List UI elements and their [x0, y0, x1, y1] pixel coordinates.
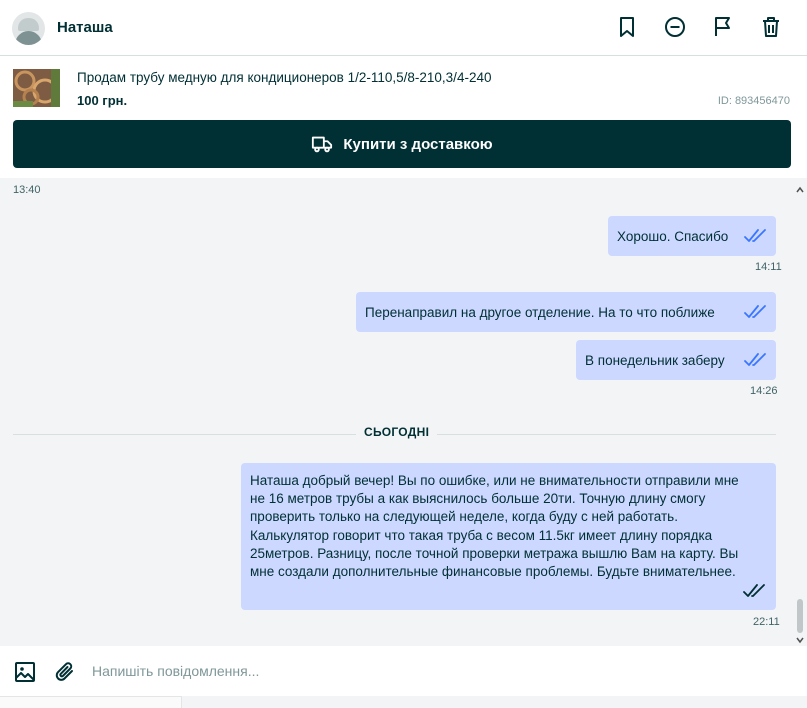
- buy-button-label: Купити з доставкою: [343, 135, 493, 153]
- message-bubble[interactable]: Наташа добрый вечер! Вы по ошибке, или н…: [241, 463, 776, 610]
- message-composer: [0, 646, 807, 696]
- read-check-icon: [744, 353, 768, 367]
- ad-price: 100 грн.: [77, 93, 128, 108]
- ad-summary[interactable]: Продам трубу медную для кондиционеров 1/…: [0, 57, 807, 117]
- read-check-icon: [743, 584, 767, 598]
- block-icon[interactable]: [663, 15, 687, 39]
- message-bubble[interactable]: Перенаправил на другое отделение. На то …: [356, 292, 776, 332]
- image-icon[interactable]: [13, 660, 37, 684]
- trash-icon[interactable]: [759, 15, 783, 39]
- scrollbar-thumb[interactable]: [797, 599, 803, 633]
- paperclip-icon[interactable]: [53, 660, 77, 684]
- ad-thumbnail[interactable]: [13, 69, 60, 107]
- message-bubble[interactable]: Хорошо. Спасибо: [608, 216, 776, 256]
- message-input[interactable]: [92, 659, 782, 683]
- message-timestamp: 14:11: [755, 261, 782, 273]
- browser-status-bar: [0, 696, 807, 708]
- chat-messages[interactable]: 13:40 Хорошо. Спасибо 14:11 Перенаправил…: [0, 178, 807, 646]
- day-separator-label: СЬОГОДНІ: [356, 425, 438, 439]
- scroll-up-arrow-icon[interactable]: [795, 182, 805, 193]
- message-text: Хорошо. Спасибо: [617, 228, 729, 244]
- avatar: [12, 12, 45, 45]
- user-name: Наташа: [57, 19, 113, 36]
- flag-icon[interactable]: [711, 15, 735, 39]
- message-bubble[interactable]: В понедельник заберу: [576, 340, 776, 380]
- read-check-icon: [744, 229, 768, 243]
- truck-icon: [311, 133, 333, 155]
- message-text: Перенаправил на другое отделение. На то …: [365, 304, 715, 320]
- bookmark-icon[interactable]: [615, 15, 639, 39]
- message-timestamp: 22:11: [753, 616, 780, 628]
- ad-title[interactable]: Продам трубу медную для кондиционеров 1/…: [77, 70, 491, 85]
- message-text: В понедельник заберу: [585, 352, 725, 368]
- message-timestamp: 14:26: [750, 385, 778, 397]
- status-url-tab: [0, 696, 182, 708]
- read-check-icon: [744, 305, 768, 319]
- chat-header: Наташа: [0, 0, 807, 56]
- chat-scrollbar[interactable]: [793, 178, 807, 646]
- ad-id: ID: 893456470: [717, 95, 790, 107]
- message-text: Наташа добрый вечер! Вы по ошибке, или н…: [250, 473, 739, 580]
- buy-with-delivery-button[interactable]: Купити з доставкою: [13, 120, 791, 168]
- message-timestamp: 13:40: [13, 184, 41, 196]
- scroll-down-arrow-icon[interactable]: [795, 632, 805, 644]
